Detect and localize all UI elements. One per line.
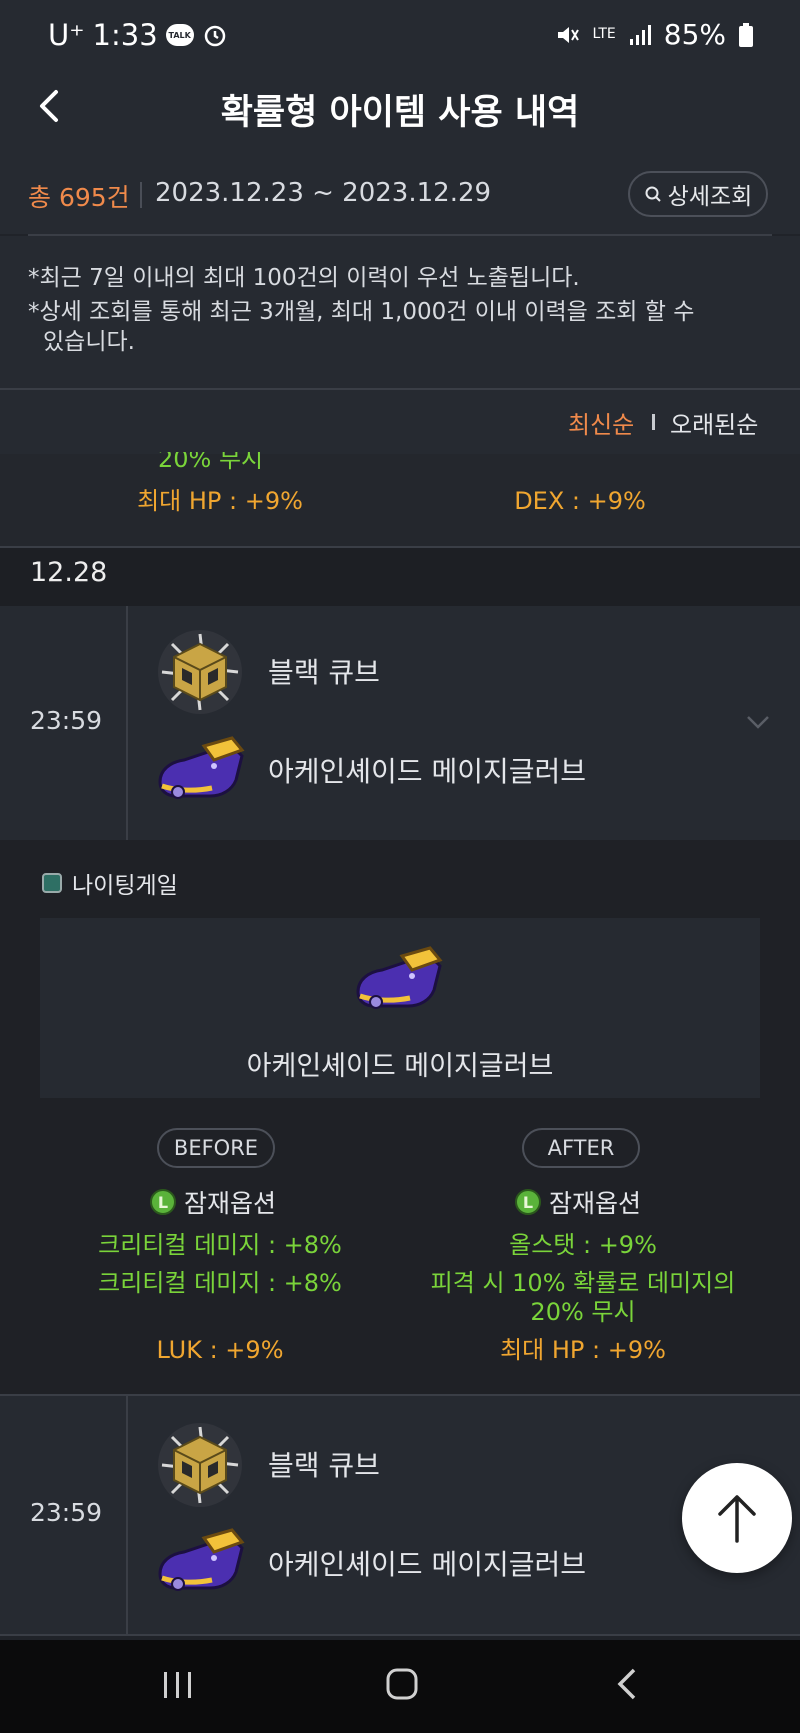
- preview-item-name: 아케인셰이드 메이지글러브: [246, 1051, 554, 1082]
- detail-search-label: 상세조회: [667, 184, 753, 210]
- black-cube-icon: [158, 1423, 242, 1507]
- signal-icon: [629, 24, 651, 45]
- carrier-label: U⁺: [48, 18, 85, 52]
- legendary-rank-icon: L: [150, 1189, 176, 1215]
- cube-name: 블랙 큐브: [268, 1449, 380, 1482]
- divider: [0, 1634, 800, 1636]
- cube-name: 블랙 큐브: [268, 656, 380, 689]
- notice-line: 있습니다.: [43, 329, 135, 355]
- total-count: 총 695건: [28, 183, 130, 212]
- option-line: 크리티컬 데미지 : +8%: [98, 1269, 342, 1297]
- item-name: 아케인셰이드 메이지글러브: [268, 755, 587, 788]
- page-title: 확률형 아이템 사용 내역: [220, 93, 580, 133]
- item-name: 아케인셰이드 메이지글러브: [268, 1548, 587, 1581]
- glove-icon: [158, 736, 245, 799]
- server-name: 나이팅게일: [72, 873, 178, 899]
- notice-line: *최근 7일 이내의 최대 100건의 이력이 우선 노출됩니다.: [28, 265, 580, 291]
- notice-line: *상세 조회를 통해 최근 3개월, 최대 1,000건 이내 이력을 조회 할…: [28, 299, 695, 325]
- scroll-top-button[interactable]: [682, 1463, 792, 1573]
- divider: [140, 182, 142, 208]
- status-bar-right: LTE 85%: [554, 18, 754, 51]
- potential-title-before: L 잠재옵션: [150, 1184, 276, 1220]
- arrow-up-icon: [718, 1495, 756, 1543]
- status-bar-left: U⁺ 1:33 TALK: [48, 18, 228, 52]
- talk-notification-icon: TALK: [165, 24, 194, 46]
- sort-newest-button[interactable]: 최신순: [568, 405, 634, 440]
- search-icon: [645, 186, 661, 202]
- date-range: 2023.12.23 ~ 2023.12.29: [155, 178, 492, 208]
- date-header: [0, 546, 800, 608]
- detail-search-button[interactable]: 상세조회: [628, 171, 768, 217]
- option-line: 피격 시 10% 확률로 데미지의: [430, 1269, 736, 1297]
- option-line: 크리티컬 데미지 : +8%: [98, 1231, 342, 1259]
- option-line: 최대 HP : +9%: [500, 1336, 666, 1364]
- potential-title-after: L 잠재옵션: [515, 1184, 641, 1220]
- option-line: 올스탯 : +9%: [509, 1231, 657, 1259]
- glove-icon: [356, 946, 443, 1009]
- entry-time: 23:59: [30, 706, 103, 735]
- network-type: LTE: [592, 26, 616, 42]
- alarm-icon: [204, 25, 225, 47]
- clock: 1:33: [92, 18, 158, 52]
- option-line: 20% 무시: [158, 452, 264, 472]
- legendary-rank-icon: L: [515, 1189, 541, 1215]
- black-cube-icon: [158, 630, 242, 714]
- option-line: LUK : +9%: [156, 1336, 284, 1364]
- after-label: AFTER: [522, 1128, 640, 1168]
- before-label: BEFORE: [157, 1128, 275, 1168]
- server-info: 나이팅게일: [42, 866, 178, 900]
- date-label: 12.28: [30, 557, 108, 588]
- sort-oldest-button[interactable]: 오래된순: [670, 405, 758, 440]
- option-line: 최대 HP : +9%: [137, 487, 303, 515]
- battery-icon: [739, 22, 753, 47]
- server-icon: [42, 873, 62, 893]
- glove-icon: [158, 1528, 245, 1591]
- mute-icon: [558, 26, 580, 43]
- battery-level: 85%: [663, 18, 726, 51]
- nav-back-icon[interactable]: [612, 1666, 642, 1702]
- potential-label: 잠재옵션: [549, 1189, 642, 1218]
- potential-label: 잠재옵션: [184, 1189, 277, 1218]
- entry-time: 23:59: [30, 1498, 103, 1527]
- recent-apps-icon[interactable]: [160, 1668, 196, 1702]
- chevron-down-icon[interactable]: [745, 709, 771, 735]
- divider: [652, 414, 655, 430]
- option-line: DEX : +9%: [514, 487, 646, 515]
- home-icon[interactable]: [384, 1666, 420, 1702]
- option-line: 20% 무시: [530, 1298, 636, 1326]
